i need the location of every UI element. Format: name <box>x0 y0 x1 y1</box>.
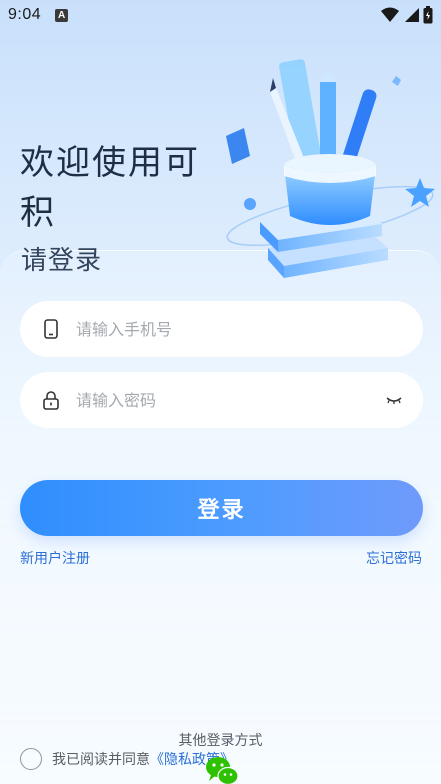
agreement-radio[interactable] <box>20 748 42 770</box>
register-link[interactable]: 新用户注册 <box>20 548 90 568</box>
status-time: 9:04 <box>8 6 42 23</box>
login-subtitle: 请登录 <box>21 246 103 276</box>
status-bar: 9:04 A <box>0 0 441 30</box>
lock-icon <box>42 390 60 410</box>
forgot-password-link[interactable]: 忘记密码 <box>366 548 422 568</box>
password-field[interactable] <box>20 372 423 428</box>
password-input[interactable] <box>76 390 356 410</box>
phone-input[interactable] <box>76 319 356 339</box>
welcome-title: 欢迎使用可积 <box>20 143 200 233</box>
wifi-icon <box>381 7 399 22</box>
eye-closed-icon[interactable] <box>385 391 403 409</box>
wechat-icon[interactable] <box>205 756 239 784</box>
agreement-text: 我已阅读并同意 <box>52 752 150 768</box>
phone-icon <box>42 319 60 339</box>
agreement-row: 我已阅读并同意 《隐私政策》 <box>20 748 234 770</box>
status-notification-icon: A <box>55 8 69 22</box>
phone-field[interactable] <box>20 301 423 357</box>
other-login-label: 其他登录方式 <box>178 733 263 749</box>
pen-holder-illustration <box>226 59 435 278</box>
status-indicators <box>381 6 433 24</box>
login-button[interactable]: 登录 <box>20 480 423 536</box>
battery-icon <box>423 6 433 24</box>
signal-icon <box>405 8 419 22</box>
